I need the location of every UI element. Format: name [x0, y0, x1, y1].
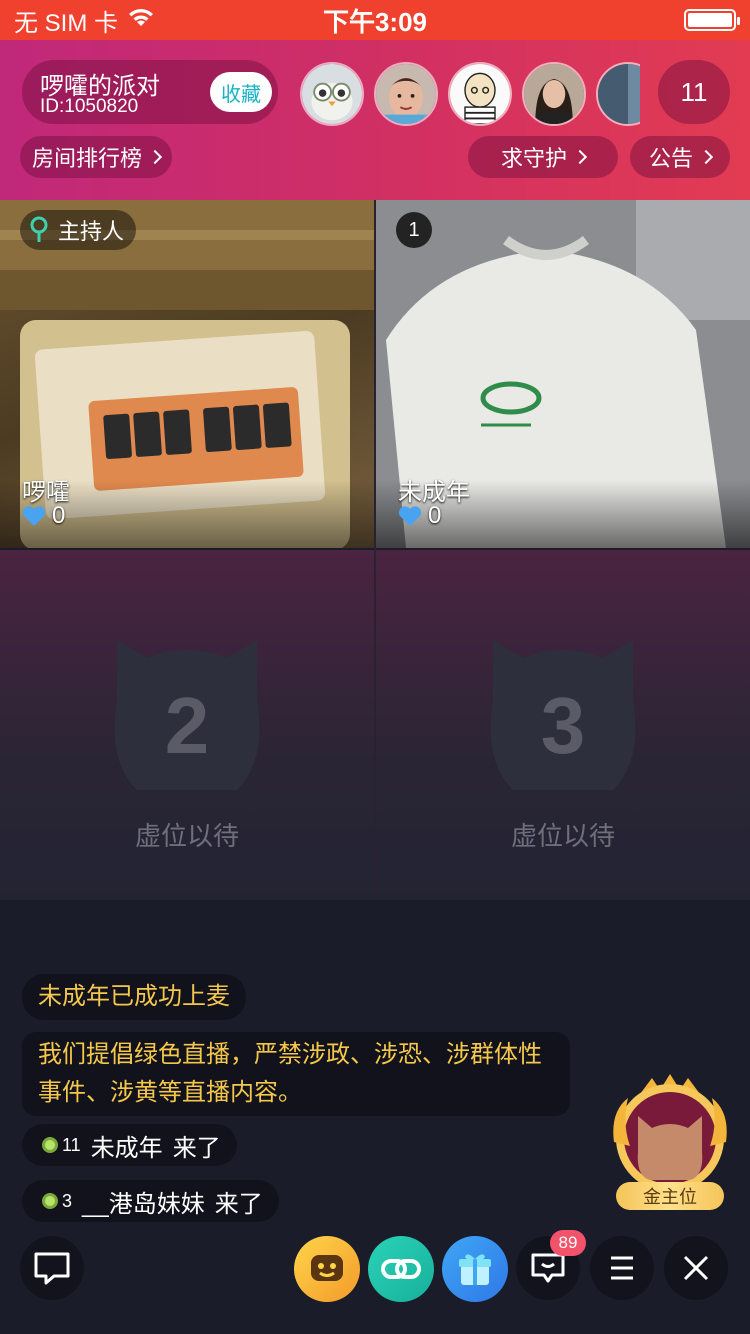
menu-icon	[611, 1256, 633, 1280]
seat-2[interactable]: 2 虚位以待	[0, 550, 374, 900]
status-left: 无 SIM 卡	[14, 3, 156, 38]
user-level-number: 11	[62, 1134, 81, 1155]
host-likes-count: 0	[52, 502, 66, 529]
heart-icon	[22, 506, 46, 526]
status-bar: 无 SIM 卡 下午3:09	[0, 0, 750, 40]
avatar[interactable]	[300, 62, 364, 126]
guard-label: 求守护	[500, 146, 567, 171]
seat-2-number: 2	[164, 681, 210, 770]
seat-divider	[374, 200, 376, 900]
chevron-right-icon	[147, 149, 163, 165]
seat-1[interactable]: 1 未成年 0	[376, 200, 750, 548]
seat-2-label: 虚位以待	[134, 821, 239, 851]
seat-1-likes-count: 0	[428, 502, 442, 529]
avatar[interactable]	[374, 62, 438, 126]
carrier-text: 无 SIM 卡	[14, 9, 119, 37]
seat-1-likes: 0	[398, 502, 441, 530]
comment-icon	[34, 1252, 70, 1285]
user-level: 3	[42, 1191, 72, 1212]
gift-icon	[459, 1254, 491, 1285]
chevron-right-icon	[572, 149, 588, 165]
chat-user-name[interactable]: 未成年	[91, 1128, 163, 1163]
host-badge: 主持人	[20, 210, 137, 250]
chat-notice: 我们提倡绿色直播，严禁涉政、涉恐、涉群体性事件、涉黄等直播内容。	[22, 1032, 570, 1116]
seat-3-number: 3	[540, 681, 586, 770]
seat-3-label: 虚位以待	[510, 821, 615, 851]
host-seat[interactable]: 主持人 啰嚯 0	[0, 200, 374, 548]
user-level: 11	[42, 1135, 81, 1156]
empty-seat-placeholder-icon: 3	[483, 630, 643, 800]
avatar[interactable]	[596, 62, 640, 126]
level-icon	[42, 1193, 58, 1209]
user-level-number: 3	[62, 1190, 73, 1211]
emoji-button[interactable]	[294, 1236, 360, 1302]
gold-seat-label: 金主位	[616, 1182, 724, 1210]
room-ranking-button[interactable]: 房间排行榜	[20, 136, 172, 178]
gift-button[interactable]	[442, 1236, 508, 1302]
seat-number-badge: 1	[396, 212, 432, 248]
link-mic-button[interactable]	[368, 1236, 434, 1302]
host-likes: 0	[22, 502, 65, 530]
heart-icon	[398, 506, 422, 526]
chat-message: 未成年已成功上麦	[22, 974, 246, 1020]
favorite-button[interactable]: 收藏	[210, 72, 272, 112]
host-mic-icon	[30, 216, 48, 242]
chat-message-text: 未成年已成功上麦	[38, 983, 230, 1010]
bottom-toolbar: 89	[0, 1230, 750, 1306]
battery-icon	[684, 9, 740, 31]
room-ranking-label: 房间排行榜	[31, 146, 142, 171]
close-icon	[683, 1255, 709, 1281]
chat-notice-text: 我们提倡绿色直播，严禁涉政、涉恐、涉群体性事件、涉黄等直播内容。	[38, 1041, 542, 1106]
audience-avatars	[300, 62, 640, 126]
avatar[interactable]	[522, 62, 586, 126]
host-badge-label: 主持人	[58, 219, 125, 244]
gold-seat[interactable]: 金主位	[608, 1072, 732, 1216]
chat-user-name[interactable]: __港岛妹妹	[82, 1184, 205, 1219]
link-mic-icon	[381, 1259, 421, 1279]
empty-seat-placeholder-icon: 2	[107, 630, 267, 800]
chat-join-message: 3 __港岛妹妹 来了	[22, 1180, 279, 1222]
chat-join-message: 11 未成年 来了	[22, 1124, 237, 1166]
level-icon	[42, 1137, 58, 1153]
room-id: ID:1050820	[40, 96, 139, 117]
emoji-icon	[311, 1255, 343, 1281]
notice-button[interactable]: 公告	[630, 136, 730, 178]
wifi-icon	[126, 6, 156, 35]
close-button[interactable]	[664, 1236, 728, 1300]
comment-button[interactable]	[20, 1236, 84, 1300]
room-header: 啰嚯的派对 ID:1050820 收藏 11 房间排行榜 求守护 公告	[0, 40, 750, 200]
crown-frame-icon	[613, 1074, 727, 1192]
message-icon	[531, 1253, 565, 1283]
audience-count-button[interactable]: 11	[658, 60, 730, 124]
notice-label: 公告	[648, 146, 693, 171]
guard-button[interactable]: 求守护	[468, 136, 618, 178]
chevron-right-icon	[698, 149, 714, 165]
seat-3[interactable]: 3 虚位以待	[376, 550, 750, 900]
room-info-card[interactable]: 啰嚯的派对 ID:1050820 收藏	[22, 60, 278, 124]
menu-button[interactable]	[590, 1236, 654, 1300]
chat-action: 来了	[172, 1134, 221, 1162]
avatar[interactable]	[448, 62, 512, 126]
chat-action: 来了	[214, 1190, 263, 1218]
message-badge: 89	[550, 1230, 586, 1256]
